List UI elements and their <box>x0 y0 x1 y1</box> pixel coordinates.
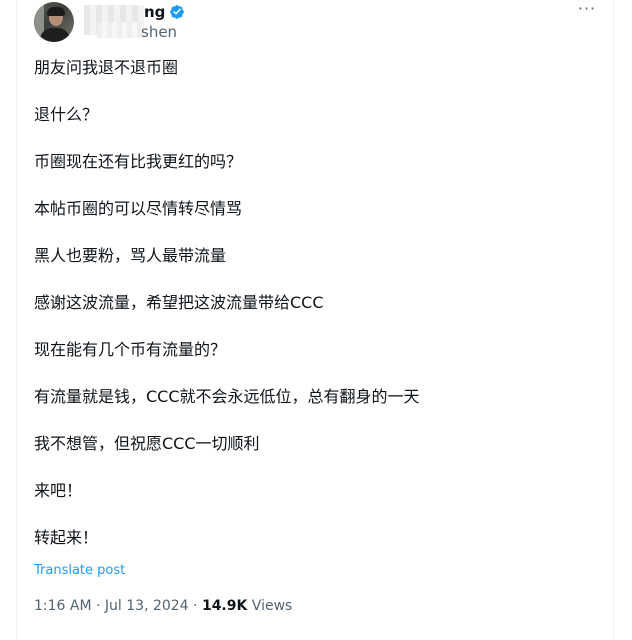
tweet-meta: 1:16 AM · Jul 13, 2024 · 14.9K Views <box>34 597 292 615</box>
avatar-hair <box>47 7 65 16</box>
tweet-line: 退什么？ <box>34 105 99 124</box>
tweet-line: 朋友问我退不退币圈 <box>34 58 179 77</box>
author-handle[interactable]: shen <box>141 23 177 41</box>
tweet-line: 我不想管，但祝愿CCC一切顺利 <box>34 434 260 453</box>
tweet-header: ng shen ··· <box>17 0 613 50</box>
avatar[interactable] <box>34 2 74 42</box>
tweet-line: 黑人也要粉，骂人最带流量 <box>34 246 227 265</box>
meta-separator: · <box>193 598 198 614</box>
more-dots-icon[interactable]: ··· <box>577 1 597 22</box>
avatar-shoulders <box>40 28 70 42</box>
tweet-line: 币圈现在还有比我更红的吗？ <box>34 152 243 171</box>
verified-badge-icon <box>170 5 184 19</box>
tweet-line: 转起来！ <box>34 528 99 547</box>
author-name[interactable]: ng <box>144 3 165 21</box>
views-label: Views <box>251 598 293 614</box>
redacted-handle <box>97 22 141 38</box>
views-count: 14.9K <box>201 598 248 614</box>
tweet-line: 有流量就是钱，CCC就不会永远低位，总有翻身的一天 <box>34 387 420 406</box>
tweet-card: ng shen ··· 朋友问我退不退币圈 退什么？ 币圈现在还有比我更红的吗？… <box>16 0 614 640</box>
tweet-date[interactable]: Jul 13, 2024 <box>105 598 189 614</box>
tweet-text: 朋友问我退不退币圈 退什么？ 币圈现在还有比我更红的吗？ 本帖币圈的可以尽情转尽… <box>34 58 594 575</box>
tweet-line: 来吧！ <box>34 481 83 500</box>
tweet-time[interactable]: 1:16 AM <box>34 598 92 614</box>
meta-separator: · <box>96 598 101 614</box>
tweet-line: 现在能有几个币有流量的？ <box>34 340 227 359</box>
translate-post-link[interactable]: Translate post <box>34 563 125 579</box>
tweet-line: 感谢这波流量，希望把这波流量带给CCC <box>34 293 324 312</box>
tweet-line: 本帖币圈的可以尽情转尽情骂 <box>34 199 243 218</box>
